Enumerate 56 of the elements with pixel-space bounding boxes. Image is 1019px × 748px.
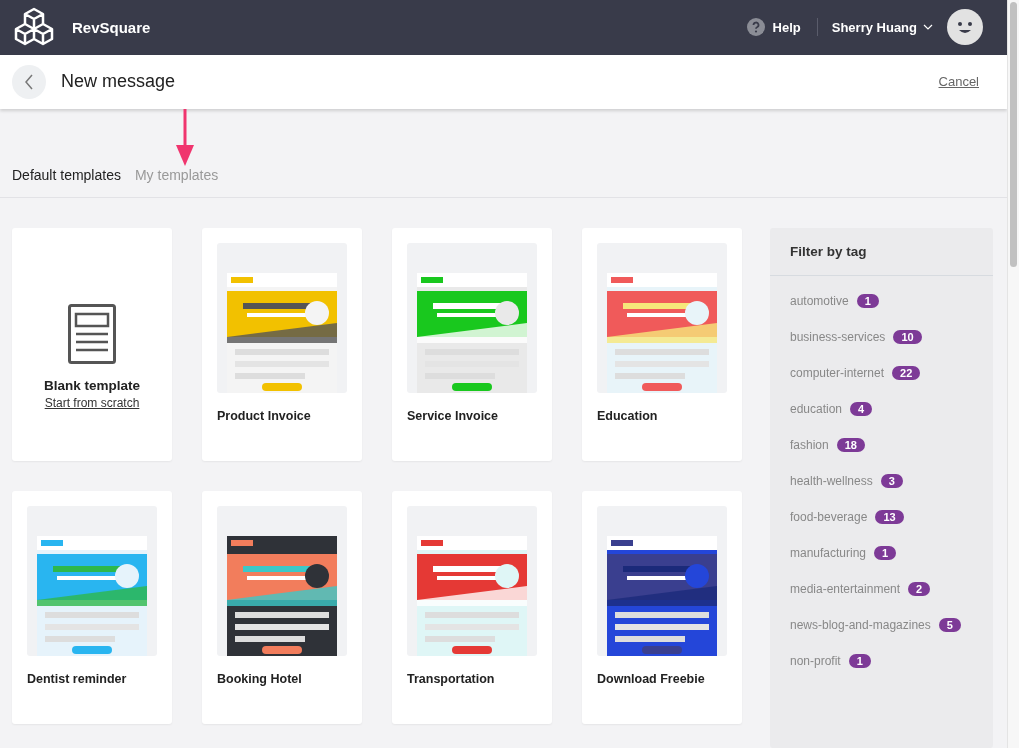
count-badge: 1 <box>856 294 879 308</box>
app-name: RevSquare <box>72 18 152 36</box>
help-icon <box>746 18 765 37</box>
count-badge: 18 <box>836 438 865 452</box>
template-card[interactable]: Service Invoice <box>392 228 552 461</box>
tag-link[interactable]: food-beverage <box>790 510 868 524</box>
template-card[interactable]: Dentist reminder <box>12 491 172 724</box>
template-card[interactable]: Blank template Start from scratch <box>12 228 172 461</box>
tag-link[interactable]: media-entertainment <box>790 582 901 596</box>
panel-title: Filter by tag <box>770 228 993 276</box>
count-badge: 13 <box>875 510 904 524</box>
tag-link[interactable]: computer-internet <box>790 366 885 380</box>
cancel-link[interactable]: Cancel <box>938 74 979 90</box>
card-title: Service Invoice <box>407 409 500 423</box>
arrow-down-icon <box>175 109 195 167</box>
tag-link[interactable]: health-wellness <box>790 474 873 488</box>
chevron-down-icon <box>923 24 933 31</box>
template-card[interactable]: Download Freebie <box>582 491 742 724</box>
chevron-left-icon <box>24 73 34 90</box>
card-title: Transportation <box>407 672 496 686</box>
tag-link[interactable]: fashion <box>790 438 829 452</box>
scrollbar[interactable] <box>1007 0 1019 748</box>
template-card[interactable]: Product Invoice <box>202 228 362 461</box>
card-title: Download Freebie <box>597 672 706 686</box>
tag-link[interactable]: news-blog-and-magazines <box>790 618 931 632</box>
document-icon <box>68 304 116 364</box>
template-card[interactable]: Education <box>582 228 742 461</box>
count-badge: 3 <box>880 474 903 488</box>
card-title: Education <box>597 409 659 423</box>
cubes-logo <box>12 7 56 48</box>
help-link[interactable]: Help <box>746 18 818 37</box>
card-title: Dentist reminder <box>27 672 128 686</box>
avatar[interactable] <box>947 9 983 46</box>
count-badge: 22 <box>892 366 921 380</box>
tag-link[interactable]: business-services <box>790 330 886 344</box>
user-menu[interactable]: Sherry Huang <box>817 19 947 35</box>
card-title: Booking Hotel <box>217 672 303 686</box>
count-badge: 2 <box>908 582 931 596</box>
page-title: New message <box>61 71 177 93</box>
back-button[interactable] <box>12 64 46 99</box>
tag-link[interactable]: automotive <box>790 294 849 308</box>
template-card[interactable]: Transportation <box>392 491 552 724</box>
count-badge: 5 <box>938 618 961 632</box>
count-badge: 4 <box>850 402 873 416</box>
tag-link[interactable]: education <box>790 402 843 416</box>
tab[interactable]: Default templates <box>12 167 121 183</box>
scrollbar-thumb[interactable] <box>1010 2 1017 267</box>
count-badge: 1 <box>874 546 897 560</box>
card-title: Blank template <box>44 378 140 393</box>
tag-link[interactable]: non-profit <box>790 654 841 668</box>
template-card[interactable]: Booking Hotel <box>202 491 362 724</box>
count-badge: 10 <box>893 330 922 344</box>
card-title: Product Invoice <box>217 409 312 423</box>
start-link[interactable]: Start from scratch <box>44 396 140 410</box>
tag-link[interactable]: manufacturing <box>790 546 867 560</box>
count-badge: 1 <box>848 654 871 668</box>
